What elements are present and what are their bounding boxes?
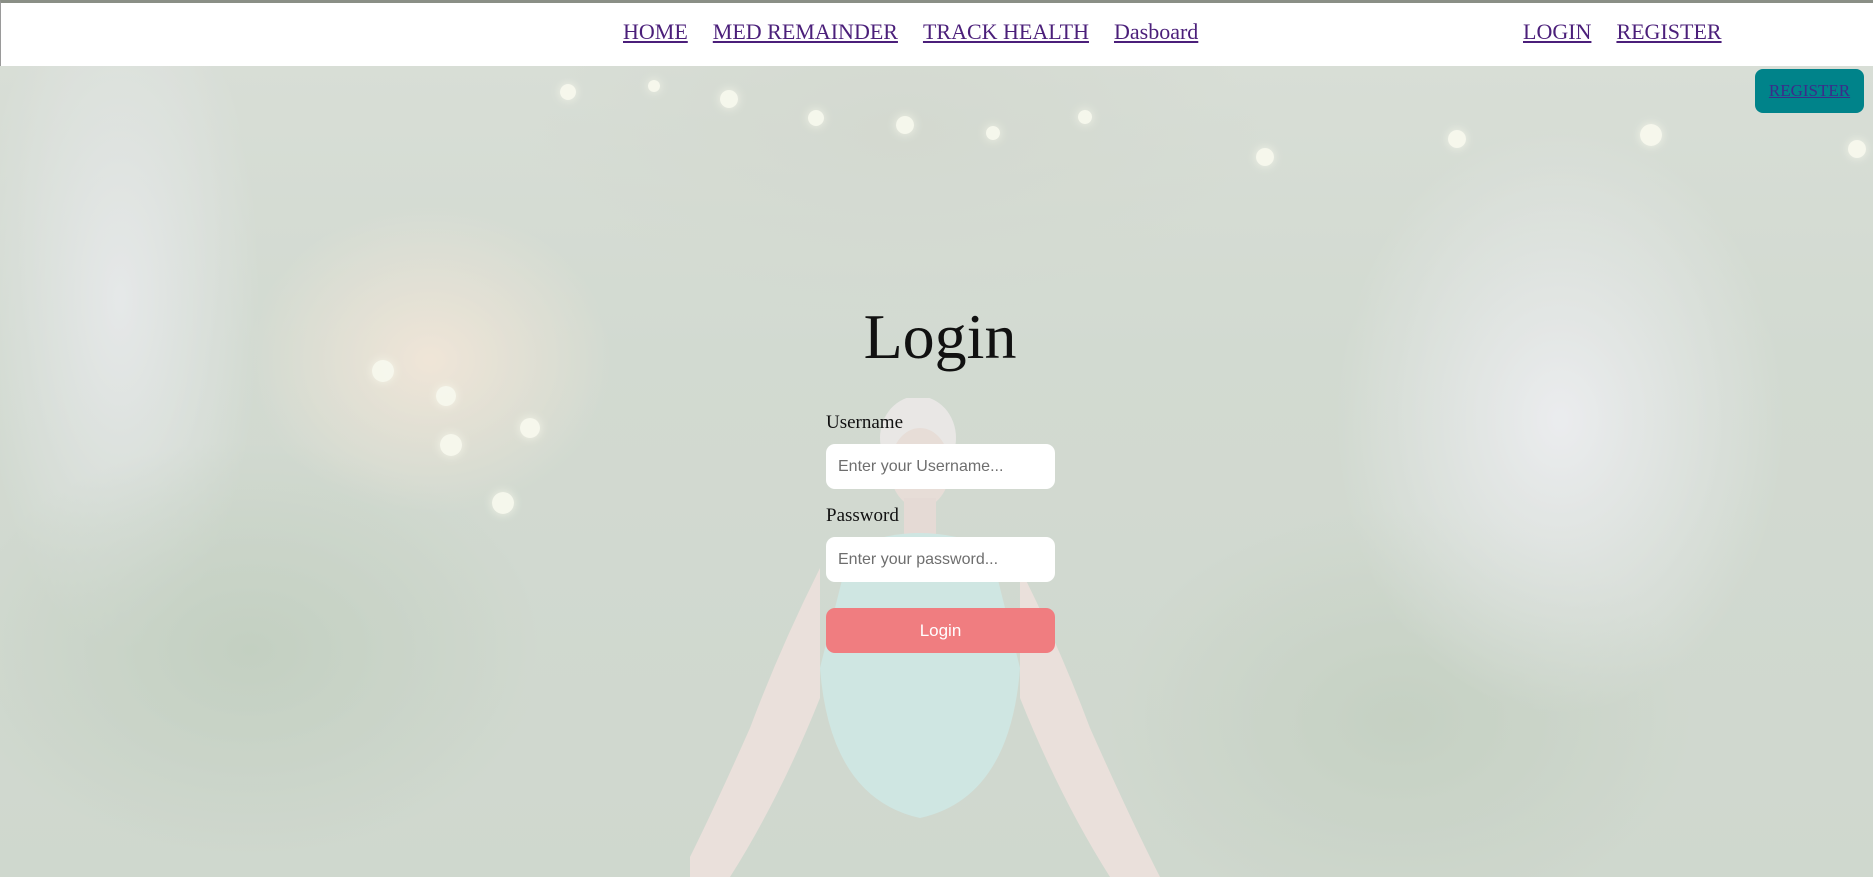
password-label: Password: [826, 505, 899, 526]
floating-register-button[interactable]: REGISTER: [1755, 69, 1864, 113]
nav-link-med-reminder[interactable]: MED REMAINDER: [713, 19, 898, 45]
username-label: Username: [826, 412, 904, 433]
main-nav: HOME MED REMAINDER TRACK HEALTH Dasboard: [623, 19, 1198, 45]
nav-link-dashboard[interactable]: Dasboard: [1114, 19, 1198, 45]
login-form: Username Password Login: [826, 412, 1056, 653]
nav-link-login[interactable]: LOGIN: [1523, 19, 1591, 45]
top-navbar: HOME MED REMAINDER TRACK HEALTH Dasboard…: [0, 0, 1873, 66]
nav-link-home[interactable]: HOME: [623, 19, 688, 45]
password-input[interactable]: [826, 537, 1055, 582]
login-button[interactable]: Login: [826, 608, 1055, 653]
auth-nav: LOGIN REGISTER: [1523, 19, 1722, 45]
nav-link-register[interactable]: REGISTER: [1616, 19, 1721, 45]
nav-link-track-health[interactable]: TRACK HEALTH: [923, 19, 1089, 45]
login-heading: Login: [863, 301, 1017, 372]
username-input[interactable]: [826, 444, 1055, 489]
